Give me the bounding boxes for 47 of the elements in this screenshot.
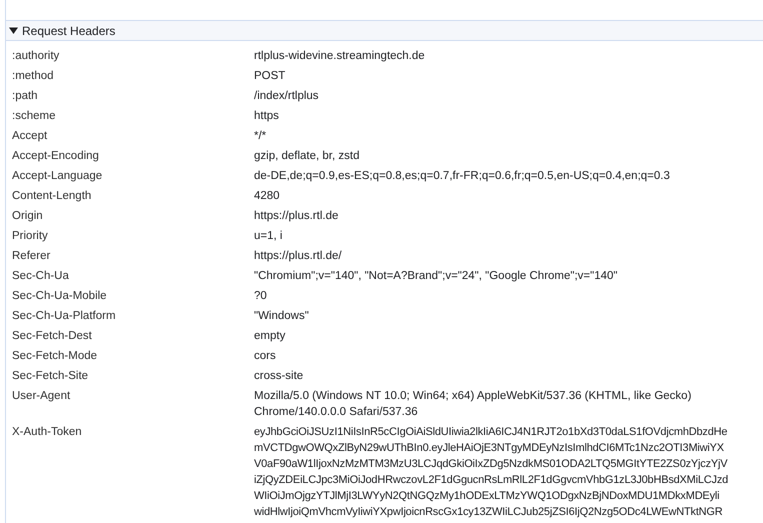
header-value: cors	[254, 349, 276, 364]
header-value: "Windows"	[254, 309, 309, 324]
header-name: Sec-Ch-Ua-Platform	[12, 310, 116, 322]
header-value: gzip, deflate, br, zstd	[254, 149, 360, 164]
header-value: 4280	[254, 189, 280, 204]
header-name: Accept-Encoding	[12, 150, 99, 162]
header-value: iZjQyZDEiLCJpc3MiOiJodHRwczovL2F1dGgucnRsLmRlL2F1dGgvcmVhbG1zL3J0bHBsdXMiLCJzd	[254, 473, 728, 488]
header-value: V0aF90aW1lIjoxNzMzMTM3MzU3LCJqdGkiOiIxZDg5NzdkMS01ODA2LTQ5MGItYTE2ZS0zYjczYjV	[254, 457, 728, 472]
header-name: User-Agent	[12, 390, 70, 402]
header-value: */*	[254, 129, 266, 144]
section-header[interactable]: Request Headers	[6, 20, 763, 41]
header-name: Sec-Ch-Ua-Mobile	[12, 290, 107, 302]
header-value: https://plus.rtl.de	[254, 209, 338, 224]
header-name: Sec-Fetch-Mode	[12, 350, 98, 362]
header-name: :scheme	[12, 110, 56, 122]
header-value: /index/rtlplus	[254, 89, 319, 104]
header-name: :method	[12, 70, 54, 82]
header-value: https://plus.rtl.de/	[254, 249, 342, 264]
header-value: Mozilla/5.0 (Windows NT 10.0; Win64; x64) AppleWebKit/537.36 (KHTML, like Gecko)	[254, 389, 692, 404]
header-name: Content-Length	[12, 190, 92, 202]
header-name: Sec-Fetch-Site	[12, 370, 88, 382]
section-title: Request Headers	[22, 22, 116, 40]
header-value: POST	[254, 69, 286, 84]
header-name: Origin	[12, 210, 43, 222]
header-name: Priority	[12, 230, 48, 242]
header-name: Accept	[12, 130, 48, 142]
header-value: widHlwIjoiQmVhcmVyIiwiYXpwIjoicnRscGx1cy13ZWIiLCJub25jZSI6IjQ2Nzg5ODc4LWEwNTktNGR	[254, 505, 723, 520]
header-name: Sec-Fetch-Dest	[12, 330, 92, 342]
header-value: WIiOiJmOjgzYTJlMjI3LWYyN2QtNGQzMy1hODExLTMzYWQ1ODgxNzBjNDoxMDU1MDkxMDEyli	[254, 489, 720, 504]
header-value: "Chromium";v="140", "Not=A?Brand";v="24", "Google Chrome";v="140"	[254, 269, 618, 284]
header-name: :authority	[12, 50, 60, 62]
header-value: cross-site	[254, 369, 304, 384]
header-name: Accept-Language	[12, 170, 102, 182]
header-value: rtlplus-widevine.streamingtech.de	[254, 49, 425, 64]
header-value: u=1, i	[254, 229, 282, 244]
header-name: Referer	[12, 250, 50, 262]
header-value: https	[254, 109, 279, 124]
header-value: Chrome/140.0.0.0 Safari/537.36	[254, 405, 418, 420]
header-value: eyJhbGciOiJSUzI1NiIsInR5cCIgOiAiSldUIiwia2lkIiA6ICJ4N1RJT2o1bXd3T0daLS1fOVdjcmhDbzdHe	[254, 425, 728, 440]
header-value: mVCTDgwOWQxZlByN29wUThBIn0.eyJleHAiOjE3NTgyMDEyNzIsImlhdCI6MTc1Nzc2OTI3MiwiYX	[254, 441, 724, 456]
header-name: :path	[12, 90, 38, 102]
expanded-triangle-icon	[9, 26, 18, 35]
header-value: empty	[254, 329, 286, 344]
header-value: de-DE,de;q=0.9,es-ES;q=0.8,es;q=0.7,fr-FR;q=0.6,fr;q=0.5,en-US;q=0.4,en;q=0.3	[254, 169, 670, 184]
header-name: X-Auth-Token	[12, 426, 82, 438]
header-name: Sec-Ch-Ua	[12, 270, 69, 282]
header-value: ?0	[254, 289, 267, 304]
